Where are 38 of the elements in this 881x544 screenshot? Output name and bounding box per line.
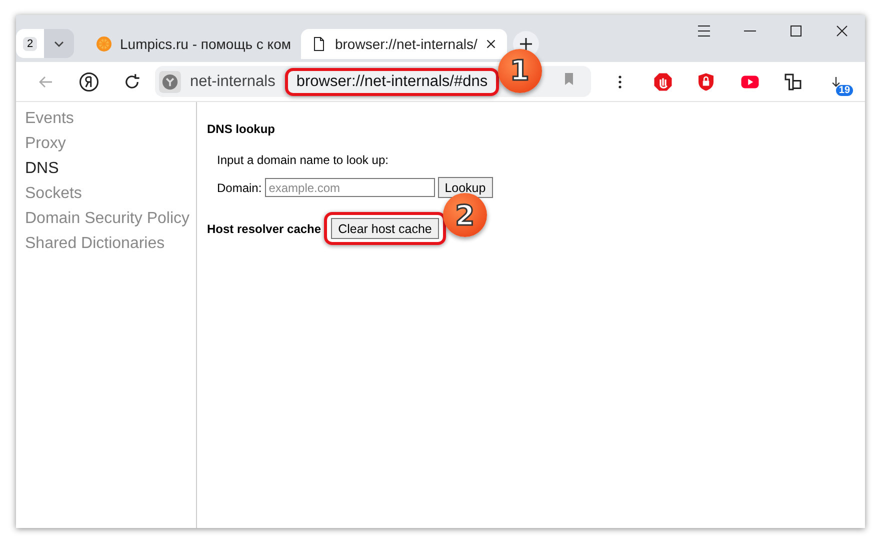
maximize-icon [788, 23, 804, 39]
url-text: browser://net-internals/#dns [296, 72, 488, 90]
minimize-icon [744, 30, 756, 32]
site-icon [159, 70, 182, 92]
shield-lock-icon [696, 72, 716, 92]
plus-icon [518, 36, 534, 52]
prompt-text: Input a domain name to look up: [217, 153, 388, 167]
sidebar-item[interactable]: Shared Dictionaries [16, 231, 196, 256]
browser-tab[interactable]: browser://net-internals/ [300, 28, 508, 58]
citrus-slice-icon [96, 36, 112, 52]
download-count-badge: 19 [836, 84, 854, 96]
section-title: Host resolver cache [207, 222, 322, 236]
tab-list-button[interactable] [44, 29, 74, 58]
site-label: net-internals [190, 72, 276, 90]
sidebar-item[interactable]: Events [16, 106, 196, 131]
clear-cache-button[interactable]: Clear host cache [331, 218, 439, 239]
tab-count-button[interactable]: 2 [16, 29, 44, 58]
close-icon [834, 23, 850, 39]
tab-title: browser://net-internals/ [334, 36, 478, 52]
step-marker: 2 [442, 193, 487, 237]
sidebar-item[interactable]: Proxy [16, 131, 196, 156]
tab-title: Lumpics.ru - помощь с ком [120, 36, 291, 52]
sidebar-item[interactable]: DNS [16, 156, 196, 181]
domain-input[interactable]: example.com [264, 178, 435, 197]
sidebar-item[interactable]: Sockets [16, 181, 196, 206]
downloads-button[interactable]: 19 [814, 66, 858, 98]
menu-icon [696, 23, 712, 39]
reload-icon [122, 72, 141, 90]
lookup-button[interactable]: Lookup [438, 177, 493, 198]
section-title: DNS lookup [207, 122, 275, 136]
more-icon [618, 74, 622, 90]
tab-count: 2 [22, 36, 38, 50]
close-icon [485, 38, 498, 50]
back-arrow-icon [38, 74, 54, 90]
sidebar-item[interactable]: Domain Security Policy [16, 206, 196, 231]
domain-label: Domain: [217, 180, 262, 194]
download-icon [832, 76, 840, 86]
circle-letter-icon [78, 72, 99, 92]
